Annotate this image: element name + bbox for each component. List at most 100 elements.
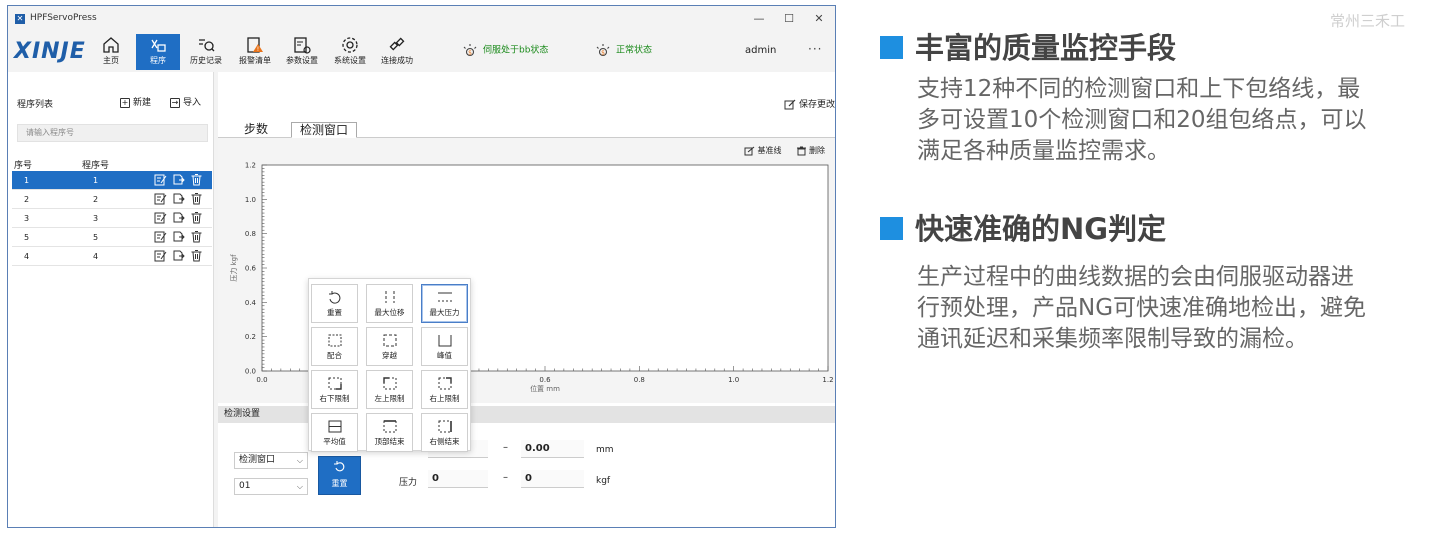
window-type-select[interactable]: 检测窗口 ⌵: [234, 452, 308, 469]
table-row[interactable]: 44: [12, 247, 212, 266]
save-edit-icon: [784, 99, 796, 110]
baseline-button[interactable]: 基准线: [744, 146, 781, 155]
copy-icon[interactable]: [172, 211, 185, 224]
table-row[interactable]: 33: [12, 209, 212, 228]
position-unit: mm: [596, 445, 614, 455]
toolbar-home-button[interactable]: 主页: [89, 34, 133, 70]
y-tick-label: 1.0: [245, 196, 256, 204]
trash-icon[interactable]: [190, 249, 203, 262]
popup-fit-button[interactable]: 配合: [311, 327, 358, 366]
popup-left-upper-limit-button[interactable]: 左上限制: [366, 370, 413, 409]
trash-icon[interactable]: [190, 211, 203, 224]
params-icon: [294, 37, 311, 54]
toolbar-program-button[interactable]: 程序: [136, 34, 180, 70]
program-search-input[interactable]: 请输入程序号: [17, 124, 208, 142]
svg-text:$: $: [601, 50, 605, 57]
copy-icon[interactable]: [172, 192, 185, 205]
table-row[interactable]: 11: [12, 171, 212, 190]
popup-max-pressure-button[interactable]: 最大压力: [421, 284, 468, 323]
title-bar: ✕ HPFServoPress — ☐ ✕: [8, 6, 835, 32]
popup-cross-button[interactable]: 穿越: [366, 327, 413, 366]
watermark: 常州三禾工: [1330, 12, 1406, 30]
feature2-body: 生产过程中的曲线数据的会由伺服驱动器进 行预处理，产品NG可快速准确地检出，避免…: [917, 262, 1432, 355]
edit-icon[interactable]: [154, 173, 167, 186]
gear-icon: [342, 37, 358, 53]
toolbar-system-button[interactable]: 系统设置: [328, 34, 372, 70]
maximize-button[interactable]: ☐: [774, 10, 804, 28]
toolbar-params-button[interactable]: 参数设置: [280, 34, 324, 70]
toolbar-connection-button[interactable]: 连接成功: [375, 34, 419, 70]
cross-icon: [383, 334, 396, 347]
popup-right-end-button[interactable]: 右侧结束: [421, 413, 468, 452]
popup-max-pressure-label: 最大压力: [429, 308, 460, 317]
home-icon: [103, 37, 119, 53]
copy-icon[interactable]: [172, 230, 185, 243]
trash-icon[interactable]: [190, 230, 203, 243]
trash-icon[interactable]: [190, 192, 203, 205]
tab-steps[interactable]: 步数: [236, 122, 276, 138]
pressure-unit: kgf: [596, 476, 611, 486]
chart-actions: 基准线 删除: [732, 145, 825, 156]
toolbar-connection-label: 连接成功: [381, 56, 413, 65]
x-axis-label: 位置 mm: [530, 384, 560, 393]
feature1-title: 丰富的质量监控手段: [915, 31, 1177, 65]
delete-button[interactable]: 删除: [796, 146, 825, 155]
popup-reset-button[interactable]: 重置: [311, 284, 358, 323]
bullet-square-icon: [880, 35, 903, 59]
y-tick-label: 1.2: [245, 162, 256, 170]
toolbar-alarm-button[interactable]: ! 报警清单: [233, 34, 277, 70]
y-tick-label: 0.8: [245, 230, 256, 238]
edit-icon[interactable]: [154, 249, 167, 262]
edit-icon[interactable]: [154, 192, 167, 205]
position-to-input[interactable]: 0.00: [521, 440, 584, 458]
window-index-select[interactable]: 01 ⌵: [234, 478, 308, 495]
popup-peak-button[interactable]: 峰值: [421, 327, 468, 366]
pressure-label: 压力: [399, 478, 418, 488]
import-program-label: 导入: [183, 98, 202, 108]
popup-top-end-button[interactable]: 顶部结束: [366, 413, 413, 452]
baseline-icon: [744, 146, 755, 155]
program-icon: [151, 39, 166, 52]
max-displacement-icon: [385, 291, 394, 303]
run-status: $ 正常状态: [594, 42, 652, 58]
toolbar-history-button[interactable]: 历史记录: [184, 34, 228, 70]
minimize-button[interactable]: —: [744, 10, 774, 28]
app-window: ✕ HPFServoPress — ☐ ✕ XINJE 主页 程序 历史记录 !…: [7, 5, 836, 528]
more-menu-button[interactable]: ···: [808, 42, 822, 56]
save-changes-label: 保存更改: [799, 100, 836, 110]
save-changes-button[interactable]: 保存更改: [784, 97, 835, 110]
import-icon: →: [170, 97, 180, 108]
reset-window-button[interactable]: 重置: [318, 456, 361, 495]
pressure-to-input[interactable]: 0: [521, 470, 584, 488]
popup-right-lower-limit-button[interactable]: 右下限制: [311, 370, 358, 409]
copy-icon[interactable]: [172, 249, 185, 262]
popup-average-label: 平均值: [323, 437, 346, 446]
row-index: 3: [24, 214, 30, 223]
user-name[interactable]: admin: [745, 45, 776, 56]
col-program-header: 程序号: [82, 161, 110, 171]
pressure-from-input[interactable]: 0: [428, 470, 488, 488]
y-tick-label: 0.4: [245, 299, 257, 307]
popup-max-displacement-button[interactable]: 最大位移: [366, 284, 413, 323]
window-title: HPFServoPress: [30, 13, 97, 23]
x-tick-label: 1.2: [822, 376, 833, 384]
edit-icon[interactable]: [154, 211, 167, 224]
edit-icon[interactable]: [154, 230, 167, 243]
chevron-down-icon: ⌵: [296, 456, 303, 465]
fit-icon: [328, 334, 341, 347]
feature2-line: 生产过程中的曲线数据的会由伺服驱动器进: [917, 264, 1354, 290]
tab-detection-window[interactable]: 检测窗口: [291, 122, 358, 138]
y-tick-label: 0.2: [245, 333, 256, 341]
row-program: 4: [93, 252, 99, 261]
close-button[interactable]: ✕: [804, 10, 834, 28]
x-tick-label: 0.0: [256, 376, 267, 384]
import-program-button[interactable]: → 导入: [170, 95, 201, 108]
popup-right-upper-limit-button[interactable]: 右上限制: [421, 370, 468, 409]
run-status-icon: $: [596, 44, 610, 57]
popup-average-button[interactable]: 平均值: [311, 413, 358, 452]
copy-icon[interactable]: [172, 173, 185, 186]
trash-icon[interactable]: [190, 173, 203, 186]
table-row[interactable]: 22: [12, 190, 212, 209]
new-program-button[interactable]: + 新建: [120, 95, 151, 108]
table-row[interactable]: 55: [12, 228, 212, 247]
